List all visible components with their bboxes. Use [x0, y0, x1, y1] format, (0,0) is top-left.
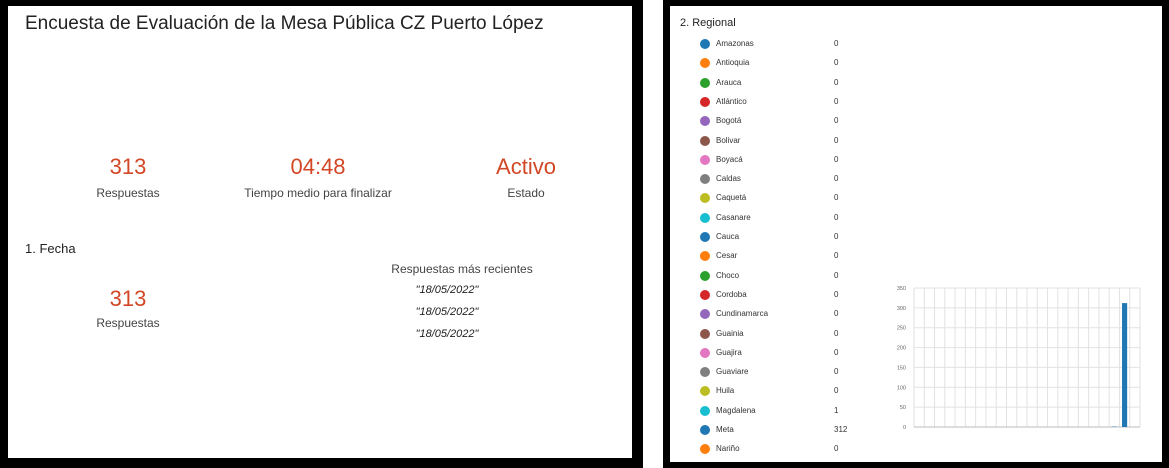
question-2-title: 2. Regional — [680, 17, 736, 29]
regional-bar-chart: 0 50 100 150 200 250 300 350 — [897, 286, 1141, 431]
legend-value: 0 — [834, 212, 839, 222]
legend-color-dot — [700, 425, 710, 435]
legend-value: 0 — [834, 96, 839, 106]
responses-label: Respuestas — [96, 186, 160, 200]
legend-color-dot — [700, 39, 710, 49]
legend-color-dot — [700, 96, 710, 107]
avg-time-value: 04:48 — [290, 154, 346, 179]
legend-label: Magdalena — [716, 405, 756, 415]
legend-label: Antioquia — [716, 58, 750, 68]
y-tick-label: 100 — [897, 385, 906, 391]
legend-value: 0 — [834, 289, 839, 299]
legend-color-dot — [700, 154, 710, 165]
survey-summary-content: Encuesta de Evaluación de la Mesa Públic… — [8, 6, 632, 458]
y-tick-label: 0 — [903, 425, 906, 431]
legend-color-dot — [700, 232, 710, 242]
legend-value: 0 — [834, 444, 839, 454]
legend-label: Amazonas — [716, 39, 754, 48]
legend-color-dot — [700, 135, 710, 146]
legend-color-dot — [700, 212, 710, 223]
legend-value: 0 — [834, 193, 839, 203]
legend-label: Atlántico — [716, 96, 747, 106]
legend-value: 0 — [834, 270, 839, 280]
y-tick-label: 350 — [897, 286, 906, 292]
legend-label: Guaviare — [716, 367, 749, 377]
regional-panel: 2. Regional Amazonas 0 Antioquia 0 Arauca 0 At… — [663, 0, 1169, 468]
recent-response-item: "18/05/2022" — [415, 328, 479, 340]
legend-label: Choco — [716, 270, 740, 280]
chart-bar-meta — [1122, 303, 1128, 427]
legend-value: 0 — [834, 154, 839, 164]
legend-value: 0 — [834, 232, 839, 241]
legend-value: 0 — [834, 77, 839, 87]
recent-response-item: "18/05/2022" — [415, 284, 479, 296]
legend-color-dot — [700, 367, 710, 378]
legend-label: Cordoba — [716, 289, 747, 299]
legend-value: 0 — [834, 58, 839, 68]
question-1-responses-count: 313 — [109, 286, 147, 311]
avg-time-label: Tiempo medio para finalizar — [244, 186, 392, 200]
legend-label: Huila — [716, 386, 735, 396]
y-tick-label: 300 — [897, 306, 906, 312]
legend-color-dot — [700, 347, 710, 358]
legend-color-dot — [700, 193, 710, 204]
legend-value: 0 — [834, 174, 839, 184]
legend-color-dot — [700, 405, 710, 416]
responses-stat: 313 Respuestas — [78, 154, 178, 200]
question-1-title: 1. Fecha — [25, 241, 76, 256]
responses-count: 313 — [109, 154, 147, 179]
legend-label: Guainia — [716, 328, 744, 338]
legend-color-dot — [700, 251, 710, 262]
y-tick-label: 50 — [900, 405, 906, 411]
legend-color-dot — [700, 328, 710, 339]
legend-value: 0 — [834, 386, 839, 396]
avg-time-stat: 04:48 Tiempo medio para finalizar — [230, 154, 406, 200]
status-value: Activo — [496, 154, 556, 179]
legend-color-dot — [700, 116, 710, 127]
legend-label: Bogotá — [716, 116, 742, 126]
legend-color-dot — [700, 309, 710, 320]
legend-label: Cauca — [716, 232, 740, 241]
legend-value: 0 — [834, 39, 839, 48]
legend-color-dot — [700, 289, 710, 300]
recent-response-item: "18/05/2022" — [415, 306, 479, 318]
legend-label: Nariño — [716, 444, 740, 454]
y-tick-label: 250 — [897, 326, 906, 332]
legend-color-dot — [700, 58, 710, 69]
survey-summary-panel: Encuesta de Evaluación de la Mesa Públic… — [0, 0, 643, 468]
legend-value: 0 — [834, 251, 839, 261]
legend-value: 312 — [834, 425, 848, 434]
legend-label: Arauca — [716, 77, 742, 87]
survey-title: Encuesta de Evaluación de la Mesa Públic… — [25, 13, 544, 34]
legend-label: Cesar — [716, 251, 738, 261]
regional-content: 2. Regional Amazonas 0 Antioquia 0 Arauca 0 At… — [670, 6, 1162, 462]
legend-label: Guajira — [716, 347, 742, 357]
y-tick-label: 200 — [897, 346, 906, 352]
legend-color-dot — [700, 386, 710, 397]
question-1-responses-label: Respuestas — [96, 316, 160, 330]
legend-value: 1 — [834, 405, 839, 415]
legend-label: Casanare — [716, 212, 751, 222]
status-label: Estado — [507, 186, 545, 200]
legend-label: Bolivar — [716, 135, 741, 145]
legend-color-dot — [700, 270, 710, 281]
status-stat: Activo Estado — [478, 154, 574, 200]
question-1-responses: 313 Respuestas — [78, 286, 178, 330]
recent-responses-title: Respuestas más recientes — [391, 262, 533, 276]
y-tick-label: 150 — [897, 365, 906, 371]
legend-label: Caquetá — [716, 193, 747, 203]
legend-value: 0 — [834, 347, 839, 357]
legend-value: 0 — [834, 328, 839, 338]
legend-label: Meta — [716, 425, 734, 434]
legend-color-dot — [700, 444, 710, 455]
legend-label: Boyacá — [716, 154, 743, 164]
legend-color-dot — [700, 174, 710, 185]
legend-value: 0 — [834, 116, 839, 126]
legend-label: Cundinamarca — [716, 309, 769, 319]
legend-color-dot — [700, 77, 710, 88]
legend-label: Caldas — [716, 174, 741, 184]
legend-value: 0 — [834, 309, 839, 319]
legend-value: 0 — [834, 367, 839, 377]
legend-value: 0 — [834, 135, 839, 145]
